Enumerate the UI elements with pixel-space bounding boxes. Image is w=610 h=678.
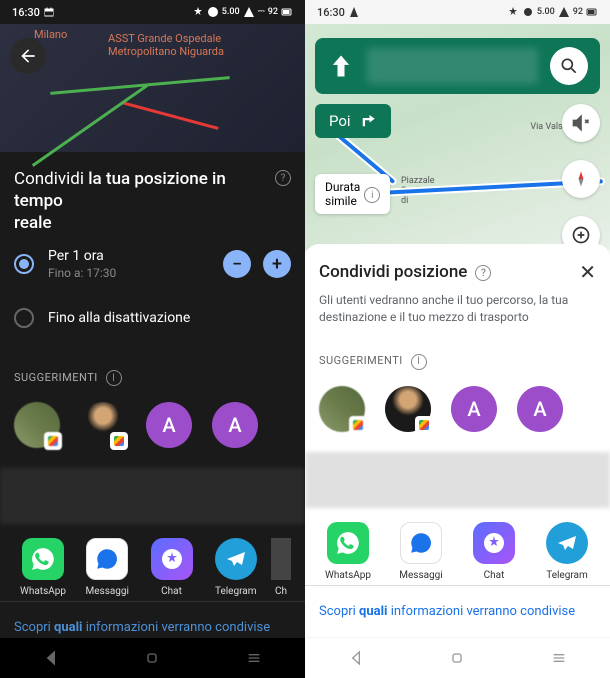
redacted	[367, 48, 538, 84]
radio-checked[interactable]	[14, 254, 34, 274]
message-icon	[86, 538, 128, 580]
status-bar: 16:30 5.00 92	[305, 0, 610, 24]
app-chat[interactable]: Chat	[143, 538, 201, 597]
nav-recent[interactable]	[242, 646, 266, 670]
status-time: 16:30	[317, 6, 345, 19]
decrease-button[interactable]: −	[223, 250, 251, 278]
app-whatsapp[interactable]: WhatsApp	[14, 538, 72, 597]
avatar-row: A A	[14, 398, 291, 458]
search-button[interactable]	[550, 47, 588, 85]
status-time: 16:30	[12, 6, 40, 19]
status-battery: 92	[268, 7, 278, 17]
chat-icon	[151, 538, 193, 580]
sheet-title: Condividi la tua posizione in tempo real…	[14, 168, 291, 234]
footer-link[interactable]: Scopri quali informazioni verranno condi…	[305, 585, 610, 637]
speech-plus-icon	[571, 225, 591, 245]
maps-badge-icon	[110, 432, 128, 450]
android-nav	[305, 638, 610, 678]
turn-right-icon	[359, 112, 377, 130]
info-icon[interactable]: ?	[275, 170, 291, 186]
compass-icon	[571, 169, 591, 189]
back-button[interactable]	[10, 38, 46, 74]
nav-back[interactable]	[344, 646, 368, 670]
info-icon[interactable]: ?	[475, 265, 491, 281]
arrow-up-icon	[327, 52, 355, 80]
avatar[interactable]: A	[146, 402, 192, 448]
mute-icon	[571, 113, 591, 133]
chat-icon	[473, 522, 515, 564]
nav-home[interactable]	[445, 646, 469, 670]
increase-button[interactable]: +	[263, 250, 291, 278]
status-bar: 16:30 5.00 ⎓ 92	[0, 0, 305, 24]
option-until-off[interactable]: Fino alla disattivazione	[14, 294, 291, 342]
app-more[interactable]: Ch	[271, 538, 291, 597]
avatar[interactable]: A	[451, 386, 497, 432]
info-icon[interactable]: i	[364, 187, 380, 203]
poi-chip[interactable]: Poi	[315, 104, 391, 138]
close-button[interactable]: ✕	[579, 260, 596, 284]
telegram-icon	[215, 538, 257, 580]
durata-chip[interactable]: Durata simile i	[315, 174, 390, 214]
screen-dark: 16:30 5.00 ⎓ 92 Milano ASST Grande Osped…	[0, 0, 305, 678]
sheet-title: Condividi posizione ?	[319, 262, 491, 282]
redacted-strip	[305, 452, 610, 508]
mute-button[interactable]	[562, 104, 600, 142]
map-label-milano: Milano	[34, 28, 67, 41]
more-icon	[271, 538, 291, 580]
avatar[interactable]	[385, 386, 431, 432]
app-messaggi[interactable]: Messaggi	[78, 538, 136, 597]
info-icon[interactable]: i	[411, 354, 427, 370]
suggestions-header: SUGGERIMENTI i	[14, 368, 291, 386]
avatar[interactable]: A	[517, 386, 563, 432]
nav-home[interactable]	[140, 646, 164, 670]
status-battery: 92	[573, 7, 583, 17]
avatar-row: A A	[319, 382, 596, 442]
message-icon	[400, 522, 442, 564]
app-telegram[interactable]: Telegram	[207, 538, 265, 597]
avatar[interactable]	[80, 402, 126, 448]
android-nav	[0, 638, 305, 678]
apps-row: WhatsApp Messaggi Chat Telegram	[319, 508, 596, 585]
maps-badge-icon	[44, 432, 62, 450]
avatar[interactable]	[319, 386, 365, 432]
map-area[interactable]: Via Valsolda Piazzale Santorre di Poi Du…	[305, 24, 610, 250]
suggestions-header: SUGGERIMENTI i	[319, 352, 596, 370]
option-duration-1h[interactable]: Per 1 ora Fino a: 17:30 − +	[14, 234, 291, 294]
maps-badge-icon	[415, 416, 433, 434]
nav-back[interactable]	[39, 646, 63, 670]
app-chat[interactable]: Chat	[465, 522, 523, 581]
share-sheet: Condividi la tua posizione in tempo real…	[0, 152, 305, 653]
avatar[interactable]: A	[212, 402, 258, 448]
app-telegram[interactable]: Telegram	[538, 522, 596, 581]
nav-banner	[315, 38, 600, 94]
redacted-strip	[0, 468, 305, 524]
apps-row: WhatsApp Messaggi Chat Telegram Ch	[14, 524, 291, 601]
whatsapp-icon	[327, 522, 369, 564]
app-messaggi[interactable]: Messaggi	[392, 522, 450, 581]
telegram-icon	[546, 522, 588, 564]
map-label-hospital: ASST Grande Ospedale Metropolitano Nigua…	[108, 32, 224, 58]
map-area[interactable]: Milano ASST Grande Ospedale Metropolitan…	[0, 24, 305, 152]
info-icon[interactable]: i	[106, 370, 122, 386]
app-whatsapp[interactable]: WhatsApp	[319, 522, 377, 581]
share-sheet: Condividi posizione ? ✕ Gli utenti vedra…	[305, 244, 610, 637]
maps-badge-icon	[349, 416, 367, 434]
radio-unchecked[interactable]	[14, 308, 34, 328]
whatsapp-icon	[22, 538, 64, 580]
compass-button[interactable]	[562, 160, 600, 198]
sheet-description: Gli utenti vedranno anche il tuo percors…	[319, 292, 596, 326]
avatar[interactable]	[14, 402, 60, 448]
screen-light: 16:30 5.00 92 Via Valsolda Piazzale Sant…	[305, 0, 610, 678]
nav-recent[interactable]	[547, 646, 571, 670]
